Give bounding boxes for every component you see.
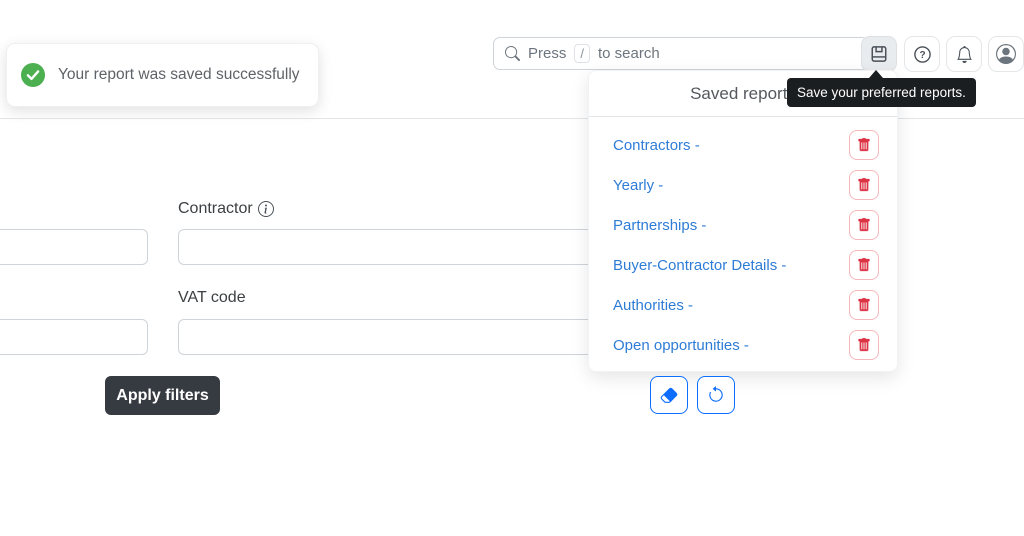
save-tooltip: Save your preferred reports. (787, 78, 976, 107)
vat-label-text: VAT code (178, 289, 246, 306)
help-button[interactable]: ? (904, 36, 940, 72)
report-link[interactable]: Partnerships - (613, 217, 706, 234)
report-row: Yearly - (613, 165, 879, 205)
save-icon (870, 45, 888, 63)
left-filter-input-2[interactable] (0, 319, 148, 355)
toast-notification: Your report was saved successfully (6, 43, 319, 107)
saved-reports-list: Contractors - Yearly - Partnerships - Bu… (589, 117, 897, 365)
delete-report-button[interactable] (849, 290, 879, 320)
tooltip-arrow (869, 70, 883, 78)
report-row: Buyer-Contractor Details - (613, 245, 879, 285)
search-placeholder-prefix: Press (528, 45, 567, 62)
trash-icon (857, 298, 871, 312)
notifications-button[interactable] (946, 36, 982, 72)
delete-report-button[interactable] (849, 250, 879, 280)
check-circle-icon (21, 63, 45, 87)
delete-report-button[interactable] (849, 130, 879, 160)
report-link[interactable]: Open opportunities - (613, 337, 749, 354)
trash-icon (857, 338, 871, 352)
delete-report-button[interactable] (849, 170, 879, 200)
help-icon: ? (913, 45, 932, 64)
delete-report-button[interactable] (849, 330, 879, 360)
delete-report-button[interactable] (849, 210, 879, 240)
page: Press / to search ? Your report was save… (0, 0, 1024, 536)
apply-filters-button[interactable]: Apply filters (105, 376, 220, 415)
avatar-icon (996, 44, 1016, 64)
saved-reports-button[interactable] (861, 36, 897, 72)
contractor-label-text: Contractor (178, 200, 253, 217)
eraser-icon (660, 386, 678, 404)
info-icon (257, 201, 274, 217)
report-row: Authorities - (613, 285, 879, 325)
report-link[interactable]: Contractors - (613, 137, 700, 154)
undo-icon (707, 386, 725, 404)
saved-reports-popover: Saved reports Contractors - Yearly - Par… (588, 70, 898, 372)
trash-icon (857, 218, 871, 232)
toast-message: Your report was saved successfully (58, 66, 300, 83)
svg-text:?: ? (919, 50, 925, 61)
report-link[interactable]: Yearly - (613, 177, 663, 194)
trash-icon (857, 178, 871, 192)
clear-saved-reports-button[interactable] (650, 376, 688, 414)
undo-button[interactable] (697, 376, 735, 414)
search-placeholder-suffix: to search (597, 45, 660, 62)
slash-key: / (574, 44, 590, 63)
report-row: Open opportunities - (613, 325, 879, 365)
search-input[interactable]: Press / to search (493, 37, 869, 70)
report-row: Partnerships - (613, 205, 879, 245)
trash-icon (857, 138, 871, 152)
report-row: Contractors - (613, 125, 879, 165)
account-button[interactable] (988, 36, 1024, 72)
search-icon (505, 46, 520, 61)
left-filter-input-1[interactable] (0, 229, 148, 265)
vat-code-label: VAT code (178, 289, 246, 307)
report-link[interactable]: Buyer-Contractor Details - (613, 257, 786, 274)
contractor-label: Contractor (178, 200, 274, 218)
report-link[interactable]: Authorities - (613, 297, 693, 314)
bell-icon (956, 45, 973, 63)
trash-icon (857, 258, 871, 272)
